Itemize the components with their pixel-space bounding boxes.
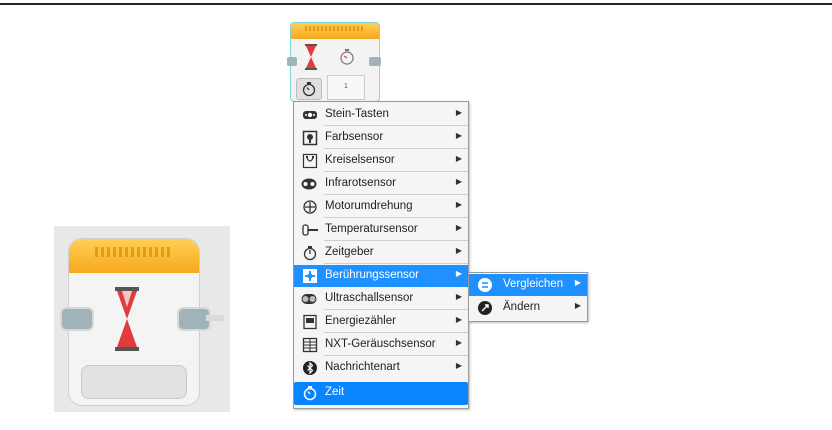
menu-item-label: NXT-Geräuschsensor bbox=[325, 338, 436, 350]
stopwatch-icon bbox=[340, 49, 354, 65]
change-icon bbox=[478, 301, 492, 315]
menu-item-infrared-sensor[interactable]: Infrarotsensor ▶ bbox=[294, 173, 468, 195]
menu-item-time[interactable]: Zeit bbox=[294, 382, 468, 405]
infrared-sensor-icon bbox=[301, 178, 317, 190]
gyro-sensor-icon bbox=[302, 153, 318, 169]
menu-item-label: Farbsensor bbox=[325, 131, 384, 143]
submenu-arrow-icon: ▶ bbox=[455, 177, 462, 186]
mode-dropdown-menu: Stein-Tasten ▶ Farbsensor ▶ Kreiselsenso… bbox=[293, 101, 469, 409]
sequence-plug-out bbox=[369, 57, 381, 66]
menu-item-nxt-sound-sensor[interactable]: NXT-Geräuschsensor ▶ bbox=[294, 334, 468, 356]
menu-item-temperature-sensor[interactable]: Temperatursensor ▶ bbox=[294, 219, 468, 241]
wait-block-preview bbox=[54, 226, 230, 412]
submenu-item-change[interactable]: Ändern ▶ bbox=[469, 297, 587, 319]
touch-sensor-icon bbox=[303, 269, 317, 283]
menu-item-timer[interactable]: Zeitgeber ▶ bbox=[294, 242, 468, 264]
menu-item-ultrasonic-sensor[interactable]: Ultraschallsensor ▶ bbox=[294, 288, 468, 310]
submenu-arrow-icon: ▶ bbox=[455, 131, 462, 140]
menu-item-label: Energiezähler bbox=[325, 315, 396, 327]
hourglass-icon bbox=[115, 287, 139, 351]
menu-item-color-sensor[interactable]: Farbsensor ▶ bbox=[294, 127, 468, 149]
menu-item-label: Ultraschallsensor bbox=[325, 292, 414, 304]
menu-item-label: Stein-Tasten bbox=[325, 108, 389, 120]
block-grip bbox=[305, 26, 363, 31]
energy-meter-icon bbox=[303, 314, 317, 330]
menu-item-gyro-sensor[interactable]: Kreiselsensor ▶ bbox=[294, 150, 468, 172]
menu-item-label: Infrarotsensor bbox=[325, 177, 396, 189]
sequence-plug-in bbox=[287, 57, 297, 66]
hourglass-icon bbox=[305, 44, 317, 70]
brick-buttons-icon bbox=[303, 111, 317, 119]
submenu-arrow-icon: ▶ bbox=[455, 361, 462, 370]
submenu-arrow-icon: ▶ bbox=[455, 223, 462, 232]
submenu-arrow-icon: ▶ bbox=[574, 301, 581, 310]
top-border-line bbox=[0, 3, 832, 5]
parameter-input[interactable]: 1 bbox=[327, 75, 365, 100]
touch-sensor-submenu: Vergleichen ▶ Ändern ▶ bbox=[468, 272, 588, 322]
motor-rotation-icon bbox=[303, 200, 317, 214]
submenu-item-label: Ändern bbox=[503, 301, 541, 313]
menu-item-label: Nachrichtenart bbox=[325, 361, 400, 373]
mode-selector-button[interactable] bbox=[296, 78, 322, 100]
menu-item-label: Motorumdrehung bbox=[325, 200, 413, 212]
submenu-arrow-icon: ▶ bbox=[455, 200, 462, 209]
submenu-item-label: Vergleichen bbox=[503, 278, 564, 290]
ultrasonic-sensor-icon bbox=[301, 294, 317, 304]
menu-item-label: Zeit bbox=[325, 386, 345, 398]
submenu-arrow-icon: ▶ bbox=[455, 246, 462, 255]
menu-item-messaging[interactable]: Nachrichtenart ▶ bbox=[294, 357, 468, 379]
menu-item-label: Kreiselsensor bbox=[325, 154, 395, 166]
sequence-plug-in bbox=[60, 307, 94, 331]
timer-icon bbox=[303, 246, 317, 261]
menu-item-energy-meter[interactable]: Energiezähler ▶ bbox=[294, 311, 468, 333]
submenu-arrow-icon: ▶ bbox=[455, 269, 462, 278]
temperature-sensor-icon bbox=[302, 224, 318, 236]
sequence-wire bbox=[206, 315, 224, 321]
submenu-arrow-icon: ▶ bbox=[455, 154, 462, 163]
wait-block[interactable]: 1 bbox=[287, 22, 381, 102]
menu-item-label: Temperatursensor bbox=[325, 223, 418, 235]
menu-item-label: Berührungssensor bbox=[325, 269, 419, 281]
nxt-sound-sensor-icon bbox=[302, 337, 318, 353]
menu-item-touch-sensor[interactable]: Berührungssensor ▶ bbox=[294, 265, 468, 287]
compare-icon bbox=[478, 278, 492, 292]
submenu-arrow-icon: ▶ bbox=[455, 338, 462, 347]
menu-item-label: Zeitgeber bbox=[325, 246, 374, 258]
block-header bbox=[69, 239, 199, 273]
color-sensor-icon bbox=[302, 130, 318, 146]
menu-item-brick-buttons[interactable]: Stein-Tasten ▶ bbox=[294, 104, 468, 126]
stopwatch-icon bbox=[302, 82, 316, 97]
messaging-icon bbox=[303, 361, 317, 375]
submenu-arrow-icon: ▶ bbox=[455, 315, 462, 324]
block-header bbox=[291, 23, 379, 39]
submenu-arrow-icon: ▶ bbox=[574, 278, 581, 287]
mode-selector bbox=[81, 365, 187, 399]
time-icon bbox=[303, 386, 317, 401]
submenu-arrow-icon: ▶ bbox=[455, 108, 462, 117]
submenu-item-compare[interactable]: Vergleichen ▶ bbox=[469, 274, 587, 296]
submenu-arrow-icon: ▶ bbox=[455, 292, 462, 301]
menu-item-motor-rotation[interactable]: Motorumdrehung ▶ bbox=[294, 196, 468, 218]
block-grip bbox=[95, 247, 173, 257]
